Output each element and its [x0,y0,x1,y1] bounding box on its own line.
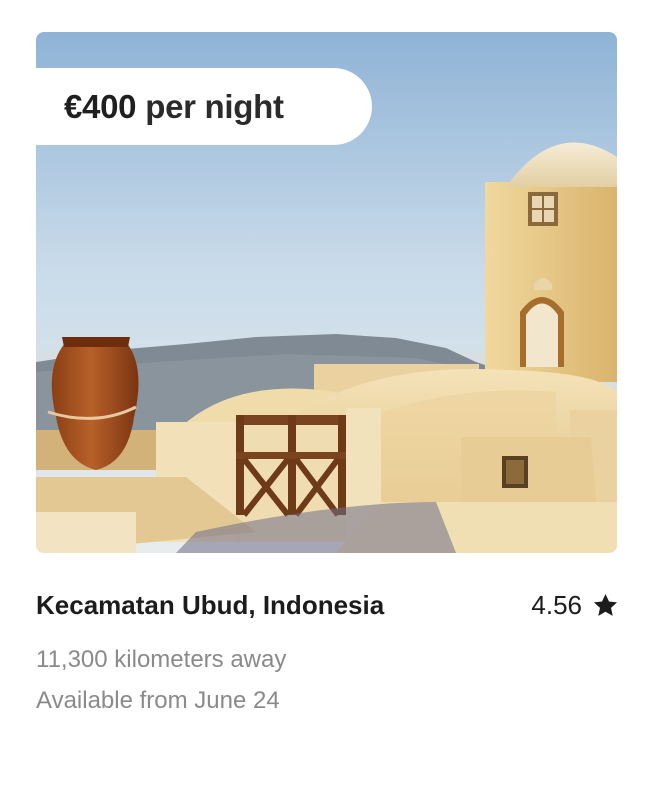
listing-photo[interactable]: €400 per night [36,32,617,553]
price-amount: €400 [64,87,137,125]
listing-distance: 11,300 kilometers away [36,646,287,673]
price-suffix: per night [145,87,284,125]
listing-availability: Available from June 24 [36,687,280,714]
listing-rating: 4.56 [531,590,619,621]
star-icon [593,594,618,616]
price-badge: €400 per night [36,68,372,145]
listing-title[interactable]: Kecamatan Ubud, Indonesia [36,590,384,621]
listing-card[interactable]: €400 per night Kecamatan Ubud, Indonesia… [0,0,652,800]
rating-value: 4.56 [531,590,582,620]
